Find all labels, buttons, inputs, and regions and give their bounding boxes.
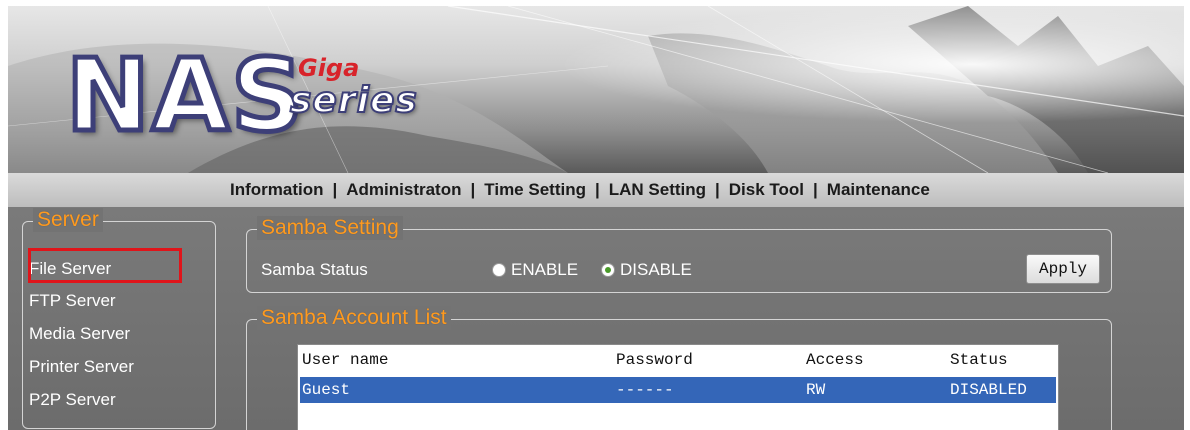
disable-radio-label: DISABLE (620, 260, 692, 279)
nav-disk-tool[interactable]: Disk Tool (729, 180, 804, 200)
logo-giga-text: Giga (298, 54, 360, 82)
column-header-status[interactable]: Status (950, 347, 1008, 373)
enable-radio-label: ENABLE (511, 260, 579, 279)
sidebar-item-ftp-server[interactable]: FTP Server (29, 290, 116, 312)
samba-status-label: Samba Status (261, 260, 368, 279)
disable-radio[interactable]: DISABLE (601, 260, 692, 280)
samba-account-list-panel: Samba Account List User name Password Ac… (246, 306, 1112, 430)
samba-setting-title: Samba Setting (257, 216, 403, 240)
nav-administration[interactable]: Administraton (346, 180, 461, 200)
selection-highlight-box (28, 248, 182, 283)
enable-radio-circle[interactable] (492, 263, 506, 277)
logo-series-text: series (289, 79, 418, 122)
radio-selected-dot (605, 267, 611, 273)
column-header-access[interactable]: Access (806, 347, 864, 373)
cell-user: Guest (302, 381, 351, 399)
column-header-password[interactable]: Password (616, 347, 693, 373)
header-banner: NAS Giga series (8, 6, 1184, 173)
enable-radio[interactable]: ENABLE (492, 260, 578, 280)
apply-button[interactable]: Apply (1026, 254, 1100, 284)
top-nav: Information | Administraton | Time Setti… (8, 173, 1184, 207)
cell-status: DISABLED (950, 381, 1027, 399)
nav-maintenance[interactable]: Maintenance (827, 180, 930, 200)
sidebar-item-media-server[interactable]: Media Server (29, 323, 130, 345)
cell-access: RW (806, 381, 826, 399)
table-row[interactable]: Guest ------ RW DISABLED (300, 377, 1056, 403)
column-header-user-name[interactable]: User name (302, 347, 388, 373)
nas-logo: NAS (63, 37, 306, 154)
nav-lan-setting[interactable]: LAN Setting (609, 180, 706, 200)
account-table[interactable]: User name Password Access Status Guest -… (297, 344, 1059, 430)
nav-separator: | (715, 180, 720, 199)
samba-setting-panel: Samba Setting Samba Status ENABLE DISABL… (246, 216, 1112, 293)
sidebar-title: Server (33, 208, 103, 232)
nav-information[interactable]: Information (230, 180, 324, 200)
account-list-title: Samba Account List (257, 306, 451, 330)
nav-separator: | (470, 180, 476, 199)
disable-radio-circle[interactable] (601, 263, 615, 277)
content-area: Server File Server FTP Server Media Serv… (8, 207, 1184, 430)
cell-password: ------ (616, 381, 674, 399)
nav-separator: | (813, 180, 818, 199)
sidebar-item-p2p-server[interactable]: P2P Server (29, 389, 116, 411)
nav-separator: | (594, 180, 600, 199)
nav-separator: | (332, 180, 338, 199)
table-header-row: User name Password Access Status (298, 347, 1058, 373)
sidebar-item-printer-server[interactable]: Printer Server (29, 356, 134, 378)
nav-time-setting[interactable]: Time Setting (484, 180, 586, 200)
